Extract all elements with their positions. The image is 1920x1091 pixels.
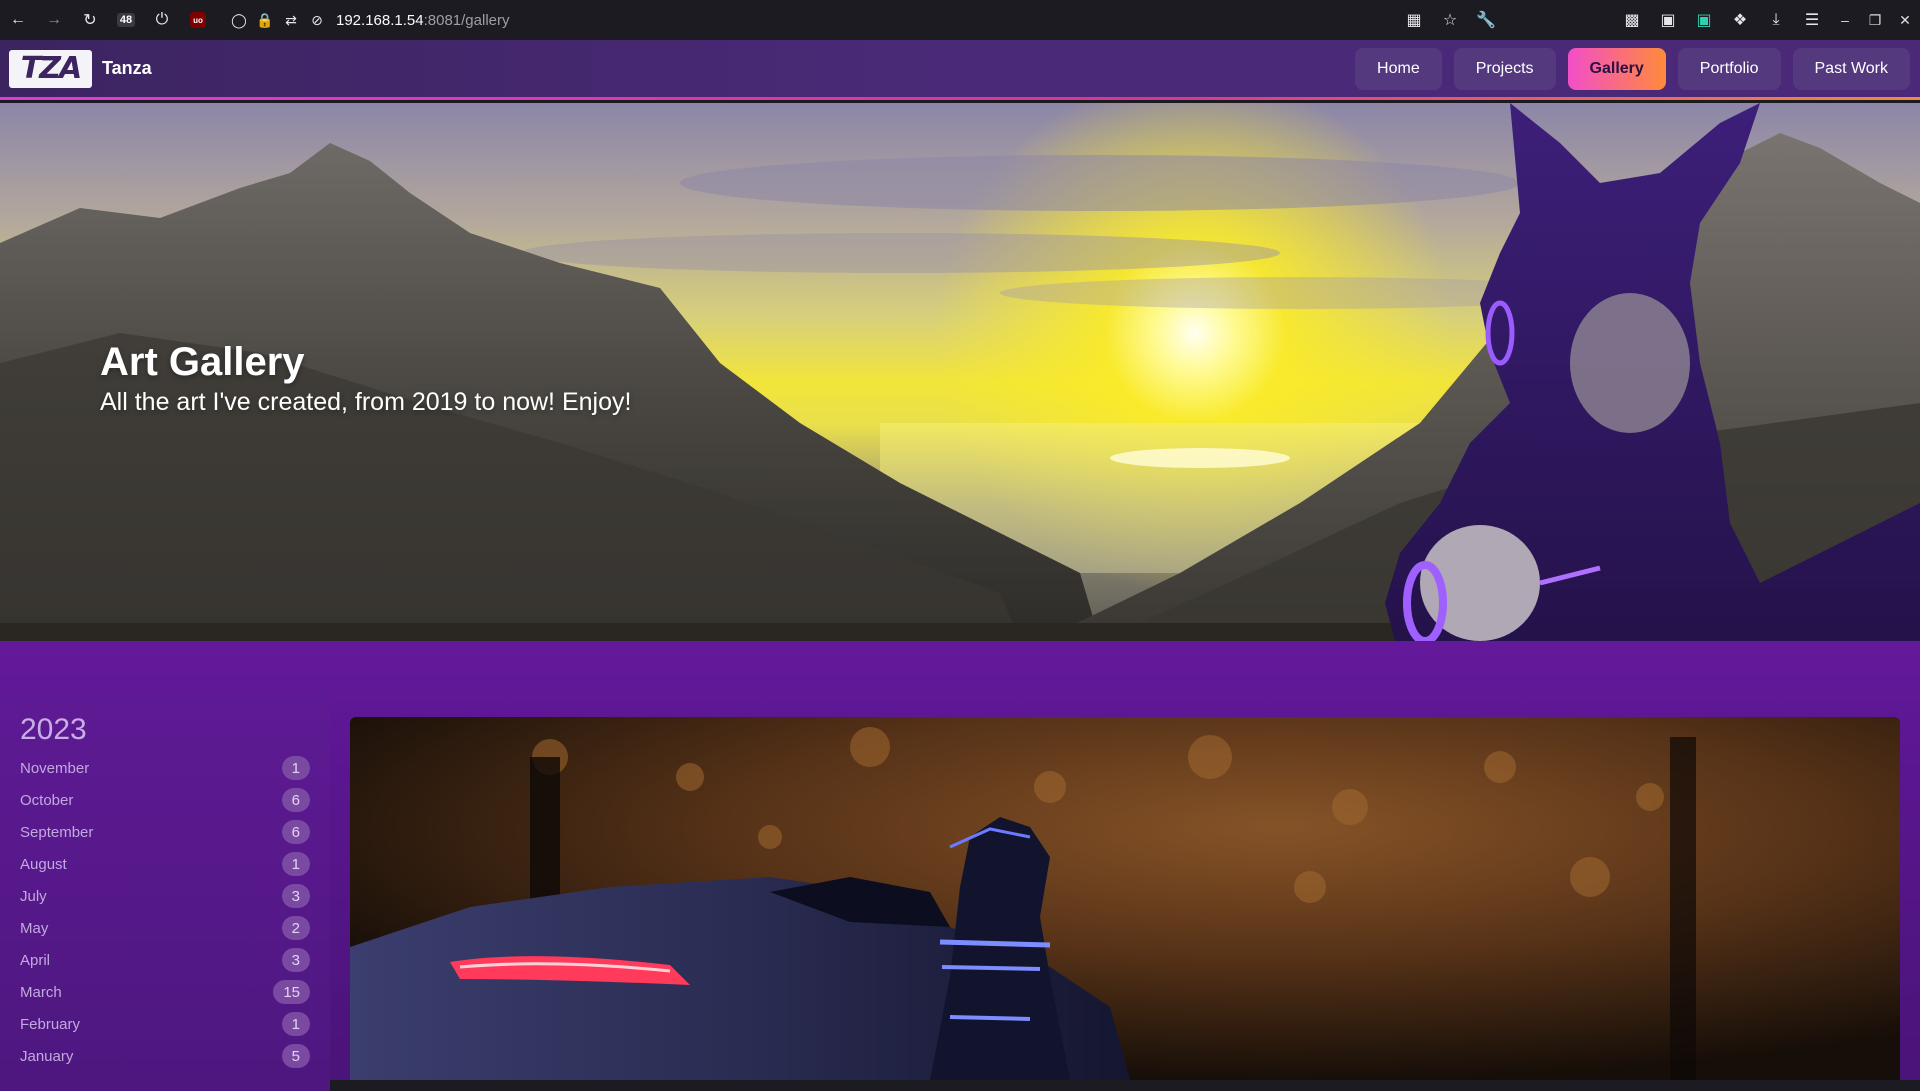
reader-icon[interactable]: ▩ [1614, 0, 1650, 40]
url-text[interactable]: 192.168.1.54:8081/gallery [336, 12, 510, 29]
nav-home[interactable]: Home [1355, 47, 1442, 90]
nav-portfolio[interactable]: Portfolio [1677, 47, 1781, 90]
bookmark-star-icon[interactable]: ☆ [1432, 0, 1468, 40]
archive-month-item[interactable]: October 6 [0, 784, 330, 816]
tracking-icon[interactable]: ⊘ [304, 12, 330, 29]
month-name: February [20, 1015, 81, 1033]
archive-month-item[interactable]: August 1 [0, 848, 330, 880]
restore-icon[interactable]: ❐ [1860, 12, 1890, 29]
wrench-icon[interactable]: 🔧 [1468, 0, 1504, 40]
month-name: April [20, 951, 51, 969]
archive-month-list: November 1 October 6 September 6 August 1 Ju… [0, 752, 330, 1072]
archive-month-item[interactable]: July 3 [0, 880, 330, 912]
month-count-badge: 1 [281, 756, 310, 780]
nav-gallery[interactable]: Gallery [1567, 47, 1666, 90]
extension-icon-2[interactable]: ▣ [1686, 0, 1722, 40]
month-count-badge: 6 [281, 788, 310, 812]
archive-year-heading[interactable]: 2023 [20, 713, 87, 747]
archive-month-item[interactable]: March 15 [0, 976, 330, 1008]
puzzle-icon[interactable]: ❖ [1722, 0, 1758, 40]
archive-month-item[interactable]: November 1 [0, 752, 330, 784]
month-count-badge: 3 [281, 884, 310, 908]
nav-past-work[interactable]: Past Work [1792, 47, 1910, 90]
address-bar[interactable]: ◯ 🔒 ⇄ ⊘ 192.168.1.54:8081/gallery [216, 0, 1396, 40]
menu-icon[interactable]: ☰ [1794, 0, 1830, 40]
site-navbar: TZA Tanza Home Projects Gallery Portfoli… [0, 40, 1920, 100]
permissions-icon[interactable]: ⇄ [278, 12, 304, 29]
hero-banner: Art Gallery All the art I've created, fr… [0, 103, 1920, 641]
qr-code-icon[interactable]: ▦ [1396, 0, 1432, 40]
month-name: January [20, 1047, 74, 1065]
month-count-badge: 3 [281, 948, 310, 972]
artwork-illustration [350, 717, 1900, 1080]
forward-icon[interactable]: → [36, 0, 72, 40]
nav-links: Home Projects Gallery Portfolio Past Wor… [1355, 47, 1910, 90]
month-count-badge: 1 [281, 1012, 310, 1036]
page-subtitle: All the art I've created, from 2019 to n… [100, 388, 632, 416]
back-icon[interactable]: ← [0, 0, 36, 40]
nav-projects[interactable]: Projects [1453, 47, 1556, 90]
month-name: May [20, 919, 49, 937]
minimize-icon[interactable]: – [1830, 12, 1860, 28]
shield-icon[interactable]: ◯ [226, 12, 252, 29]
archive-month-item[interactable]: September 6 [0, 816, 330, 848]
lock-icon[interactable]: 🔒 [252, 12, 278, 29]
browser-toolbar: ← → ↻ 48 ⏻ uo ◯ 🔒 ⇄ ⊘ 192.168.1.54:8081/… [0, 0, 1920, 40]
month-count-badge: 2 [281, 916, 310, 940]
month-count-badge: 15 [273, 980, 310, 1004]
page-title: Art Gallery [100, 340, 305, 384]
ublock-icon[interactable]: uo [180, 0, 216, 40]
month-name: March [20, 983, 62, 1001]
month-name: August [20, 855, 67, 873]
archive-month-item[interactable]: February 1 [0, 1008, 330, 1040]
extension-counter-icon[interactable]: 48 [108, 0, 144, 40]
month-name: November [20, 759, 90, 777]
logo-text: TZA [20, 51, 82, 86]
site-logo[interactable]: TZA [9, 49, 92, 88]
month-name: October [20, 791, 74, 809]
month-count-badge: 1 [281, 852, 310, 876]
month-name: July [20, 887, 47, 905]
archive-month-item[interactable]: April 3 [0, 944, 330, 976]
download-icon[interactable]: ⤓ [1758, 0, 1794, 40]
gallery-artwork-image[interactable] [350, 717, 1900, 1080]
extension-icon-1[interactable]: ▣ [1650, 0, 1686, 40]
site-brand[interactable]: Tanza [102, 58, 152, 79]
reload-icon[interactable]: ↻ [72, 0, 108, 40]
month-count-badge: 6 [281, 820, 310, 844]
archive-month-item[interactable]: January 5 [0, 1040, 330, 1072]
close-icon[interactable]: ✕ [1890, 12, 1920, 29]
archive-month-item[interactable]: May 2 [0, 912, 330, 944]
month-count-badge: 5 [281, 1044, 310, 1068]
power-icon[interactable]: ⏻ [144, 0, 180, 40]
month-name: September [20, 823, 94, 841]
